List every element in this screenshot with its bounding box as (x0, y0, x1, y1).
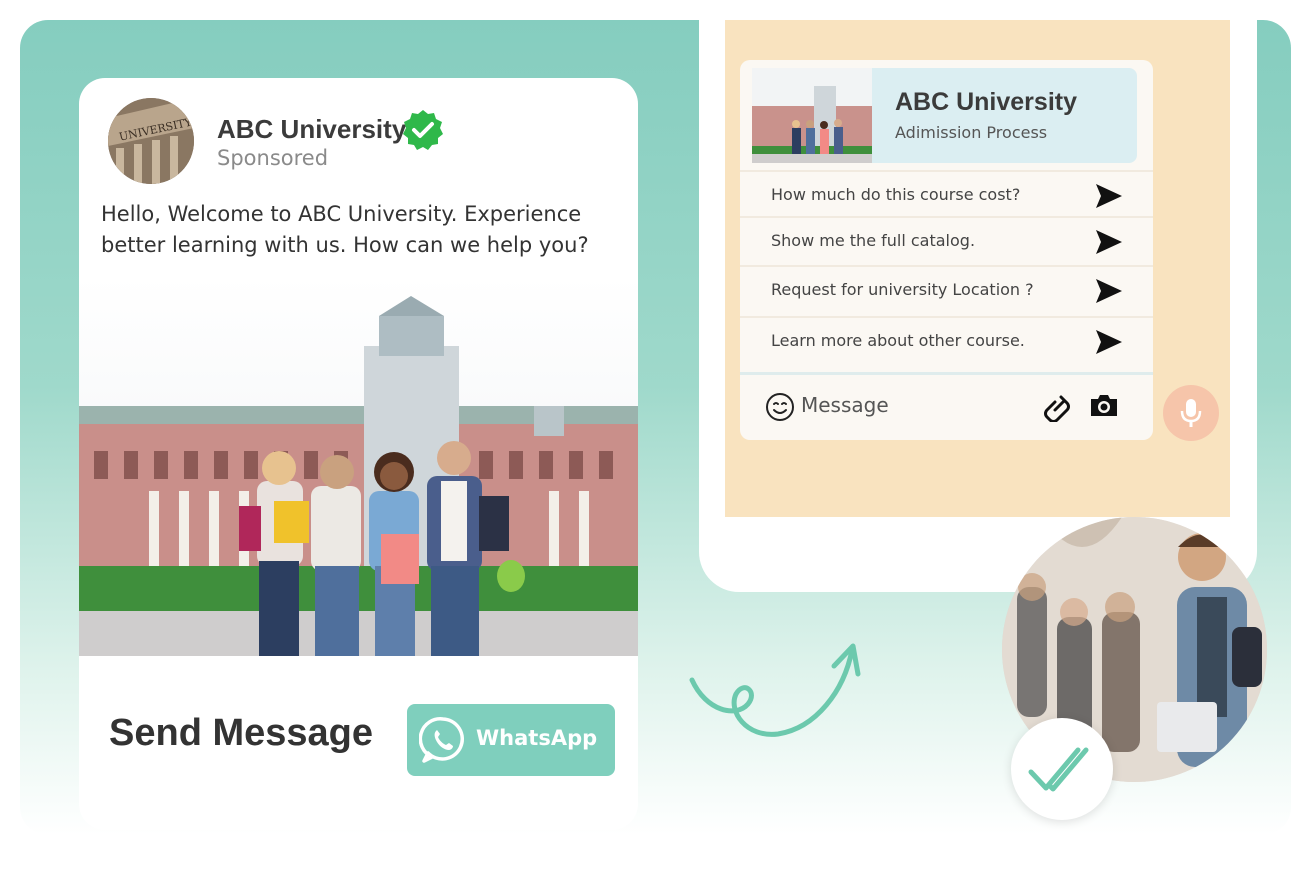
attach-icon[interactable] (1043, 392, 1071, 422)
whatsapp-button[interactable]: WhatsApp (407, 704, 615, 776)
curly-arrow (689, 643, 861, 737)
whatsapp-chat-card: ABC University Adimission Process How mu… (740, 60, 1153, 440)
campus-students-photo (79, 276, 638, 656)
sponsored-ad-card: UNIVERSITY ABC University Sponsored Hell… (79, 78, 638, 830)
quick-reply-location[interactable]: Request for university Location ? (740, 265, 1153, 315)
quick-reply-label: Show me the full catalog. (771, 231, 976, 250)
chat-title: ABC University (895, 88, 1077, 116)
verified-badge-icon (402, 109, 444, 151)
quick-reply-label: Learn more about other course. (771, 331, 1025, 350)
voice-message-button[interactable] (1163, 385, 1219, 441)
double-check-icon (1028, 747, 1089, 792)
sponsored-label: Sponsored (217, 146, 329, 170)
send-icon (1096, 184, 1122, 208)
emoji-icon[interactable] (765, 392, 795, 422)
quick-reply-label: Request for university Location ? (771, 280, 1034, 299)
send-icon (1096, 230, 1122, 254)
chat-header[interactable]: ABC University Adimission Process (872, 68, 1137, 163)
quick-reply-catalog[interactable]: Show me the full catalog. (740, 216, 1153, 266)
quick-reply-other-course[interactable]: Learn more about other course. (740, 316, 1153, 366)
camera-icon[interactable] (1088, 391, 1120, 419)
message-input[interactable]: Message (801, 393, 889, 417)
message-input-bar[interactable]: Message (740, 372, 1153, 440)
send-icon (1096, 330, 1122, 354)
brand-name: ABC University (217, 114, 407, 144)
chat-header-photo (752, 68, 872, 163)
send-icon (1096, 279, 1122, 303)
ad-message: Hello, Welcome to ABC University. Experi… (101, 202, 589, 257)
university-avatar: UNIVERSITY (108, 98, 194, 184)
delivered-badge (1011, 718, 1113, 820)
send-message-label: Send Message (109, 712, 373, 754)
chat-subtitle: Adimission Process (895, 123, 1048, 142)
whatsapp-label: WhatsApp (476, 726, 598, 750)
whatsapp-icon (418, 716, 467, 764)
mic-icon (1180, 399, 1202, 427)
quick-reply-course-cost[interactable]: How much do this course cost? (740, 170, 1153, 220)
quick-reply-label: How much do this course cost? (771, 185, 1021, 204)
